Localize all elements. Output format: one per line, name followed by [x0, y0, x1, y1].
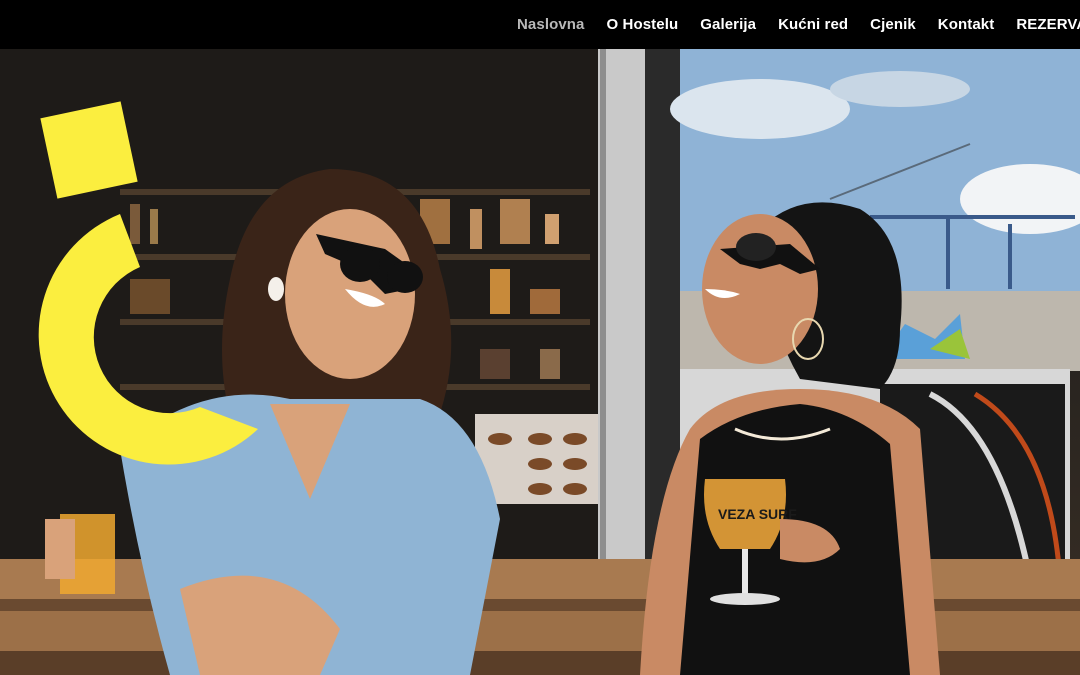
- nav-item-naslovna[interactable]: Naslovna: [517, 16, 585, 33]
- nav-item-galerija[interactable]: Galerija: [700, 16, 756, 33]
- nav-item-o-hostelu[interactable]: O Hostelu: [607, 16, 679, 33]
- hero-photo-illustration: VEZA SURF: [0, 49, 1080, 675]
- nav-item-kontakt[interactable]: Kontakt: [938, 16, 995, 33]
- nav-item-cjenik[interactable]: Cjenik: [870, 16, 916, 33]
- nav-item-rezervacije[interactable]: REZERVACIJE: [1016, 16, 1080, 33]
- brand-square-shape: [40, 101, 138, 199]
- nav-item-kucni-red[interactable]: Kućni red: [778, 16, 848, 33]
- main-menu: Naslovna O Hostelu Galerija Kućni red Cj…: [517, 0, 1080, 49]
- top-navigation-bar: Naslovna O Hostelu Galerija Kućni red Cj…: [0, 0, 1080, 49]
- hero-image: VEZA SURF: [0, 49, 1080, 675]
